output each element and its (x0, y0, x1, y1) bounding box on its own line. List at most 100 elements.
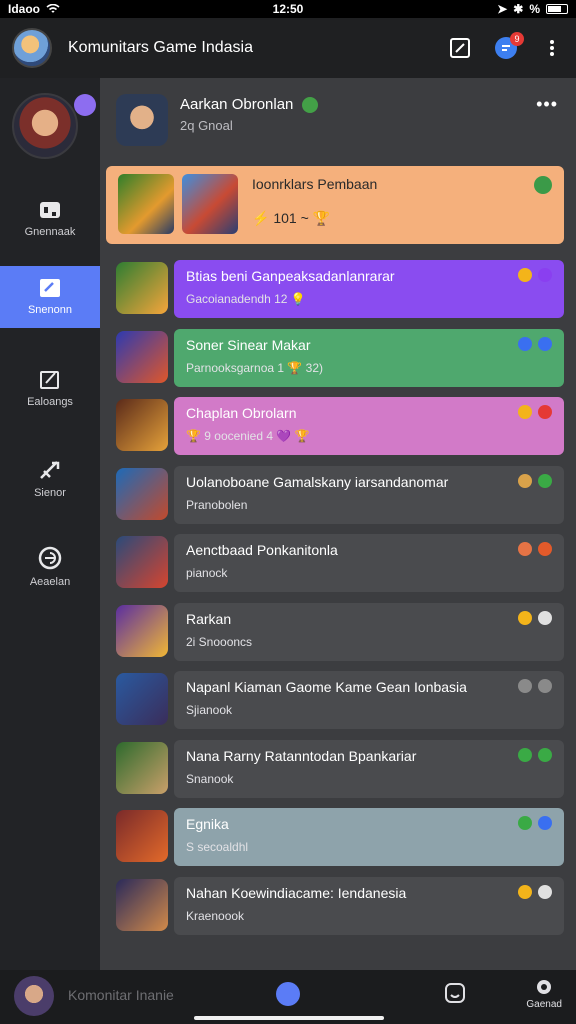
compose-icon (450, 38, 470, 58)
sidebar-item-label: Sienor (34, 487, 66, 499)
list-item[interactable]: Btias beni Ganpeaksadanlanrarar Gacoiana… (100, 260, 576, 322)
bottom-avatar[interactable] (14, 976, 54, 1016)
sidebar-item-discord[interactable]: Aeaelan (0, 536, 100, 598)
edit-icon (40, 279, 60, 297)
smile-icon[interactable] (444, 982, 466, 1004)
sidebar-item-label: Ealoangs (27, 396, 73, 408)
game-thumbnail[interactable] (116, 810, 168, 862)
post-title: Nana Rarny Ratanntodan Bpankariar (186, 747, 417, 764)
bottom-right-label: Gaenad (526, 999, 562, 1010)
list-item[interactable]: Napanl Kiaman Gaome Kame Gean Ionbasia S… (100, 671, 576, 733)
sidebar: Gnennaak Snenonn Ealoangs Sienor Aeaelan (0, 78, 100, 970)
post-card[interactable]: Nahan Koewindiacame: Iendanesia Kraenooo… (174, 876, 564, 935)
game-thumbnail[interactable] (116, 673, 168, 725)
post-title: Aenctbaad Ponkanitonla (186, 542, 338, 558)
status-icon (518, 816, 532, 830)
status-icon (538, 336, 552, 351)
list-item[interactable]: Nana Rarny Ratanntodan Bpankariar Snanoo… (100, 739, 576, 802)
list-item[interactable]: Nahan Koewindiacame: Iendanesia Kraenooo… (100, 876, 576, 939)
featured-title: Ioonrklars Pembaan (252, 176, 378, 192)
post-subtitle: Sjianook (186, 703, 233, 717)
game-thumbnail[interactable] (116, 399, 168, 451)
more-horizontal-button[interactable]: ••• (536, 94, 558, 115)
status-icon (518, 405, 532, 419)
post-subtitle: Kraenoook (186, 908, 245, 923)
post-status-icons (518, 473, 552, 488)
sidebar-item-sword[interactable]: Sienor (0, 448, 100, 510)
post-status-icons (518, 542, 552, 556)
featured-game-image-2[interactable] (182, 174, 238, 234)
post-status-icons (518, 610, 552, 625)
list-item[interactable]: Uolanoboane Gamalskany iarsandanomar Pra… (100, 465, 576, 528)
list-item[interactable]: Soner Sinear Makar Parnooksgarnoa 1 🏆 32… (100, 328, 576, 391)
post-subtitle: pianock (186, 566, 228, 580)
post-card[interactable]: Uolanoboane Gamalskany iarsandanomar Pra… (174, 465, 564, 524)
game-thumbnail[interactable] (116, 536, 168, 588)
status-icon (518, 884, 532, 899)
more-menu-button[interactable] (540, 36, 564, 60)
post-card[interactable]: Btias beni Ganpeaksadanlanrarar Gacoiana… (174, 260, 564, 318)
game-thumbnail[interactable] (116, 741, 168, 794)
post-card[interactable]: Napanl Kiaman Gaome Kame Gean Ionbasia S… (174, 671, 564, 729)
post-title: Napanl Kiaman Gaome Kame Gean Ionbasia (186, 679, 467, 695)
featured-meta: ⚡ 101 ~ 🏆 (252, 210, 331, 226)
post-card[interactable]: Aenctbaad Ponkanitonla pianock (174, 534, 564, 592)
sidebar-item-label: Aeaelan (29, 576, 71, 588)
status-icon (518, 610, 532, 625)
home-indicator (194, 1016, 384, 1020)
game-thumbnail[interactable] (116, 604, 168, 657)
compose-fab-icon[interactable] (276, 982, 300, 1006)
list-item[interactable]: Egnika S secoaldhl (100, 808, 576, 870)
edit-square-icon (40, 371, 59, 389)
post-subtitle: Pranobolen (186, 497, 248, 512)
sidebar-item-edit[interactable]: Ealoangs (0, 358, 100, 420)
profile-avatar[interactable] (12, 93, 78, 159)
gamepad-icon (40, 202, 60, 218)
sidebar-item-games[interactable]: Gnennaak (0, 188, 100, 250)
more-vertical-icon (550, 40, 554, 56)
status-icon (518, 473, 532, 488)
post-subtitle: Parnooksgarnoa 1 🏆 32) (186, 360, 324, 375)
featured-card[interactable]: Ioonrklars Pembaan ⚡ 101 ~ 🏆 (106, 166, 564, 244)
user-avatar[interactable] (116, 94, 168, 146)
user-name: Aarkan Obronlan (180, 96, 294, 113)
post-subtitle: Gacoianadendh 12 💡 (186, 292, 306, 306)
list-item[interactable]: Aenctbaad Ponkanitonla pianock (100, 534, 576, 596)
compose-button[interactable] (448, 36, 472, 60)
post-card[interactable]: Nana Rarny Ratanntodan Bpankariar Snanoo… (174, 739, 564, 798)
bottom-right-item[interactable]: Gaenad (526, 978, 562, 1010)
status-icon (538, 884, 552, 899)
status-icon (518, 747, 532, 762)
list-item[interactable]: Rarkan 2i Snoooncs (100, 602, 576, 665)
profile-header-card[interactable]: Aarkan Obronlan 2q Gnoal ••• (100, 78, 576, 162)
featured-game-image-1[interactable] (118, 174, 174, 234)
post-card[interactable]: Rarkan 2i Snoooncs (174, 602, 564, 661)
status-icon (518, 268, 532, 282)
battery-icon (546, 4, 568, 14)
post-title: Btias beni Ganpeaksadanlanrarar (186, 268, 395, 284)
verified-icon (301, 97, 318, 114)
community-avatar[interactable] (12, 28, 52, 68)
status-icon (538, 405, 552, 419)
profile-status-badge (74, 94, 96, 116)
game-thumbnail[interactable] (116, 878, 168, 931)
post-card[interactable]: Chaplan Obrolarn 🏆 9 oocenied 4 💜 🏆 (174, 397, 564, 455)
post-status-icons (518, 336, 552, 351)
post-subtitle: 2i Snoooncs (186, 634, 253, 649)
check-icon (534, 176, 552, 194)
post-title: Uolanoboane Gamalskany iarsandanomar (186, 473, 449, 490)
list-item[interactable]: Chaplan Obrolarn 🏆 9 oocenied 4 💜 🏆 (100, 397, 576, 459)
post-card[interactable]: Egnika S secoaldhl (174, 808, 564, 866)
top-actions: 9 (448, 32, 564, 60)
post-subtitle: S secoaldhl (186, 840, 249, 854)
notifications-button[interactable]: 9 (494, 32, 524, 60)
post-card[interactable]: Soner Sinear Makar Parnooksgarnoa 1 🏆 32… (174, 328, 564, 387)
user-subtitle: 2q Gnoal (180, 118, 233, 133)
status-icon (518, 679, 532, 693)
game-thumbnail[interactable] (116, 330, 168, 383)
sidebar-item-active[interactable]: Snenonn (0, 266, 100, 328)
post-title: Nahan Koewindiacame: Iendanesia (186, 884, 407, 901)
post-subtitle: Snanook (186, 771, 234, 786)
game-thumbnail[interactable] (116, 467, 168, 520)
game-thumbnail[interactable] (116, 262, 168, 314)
